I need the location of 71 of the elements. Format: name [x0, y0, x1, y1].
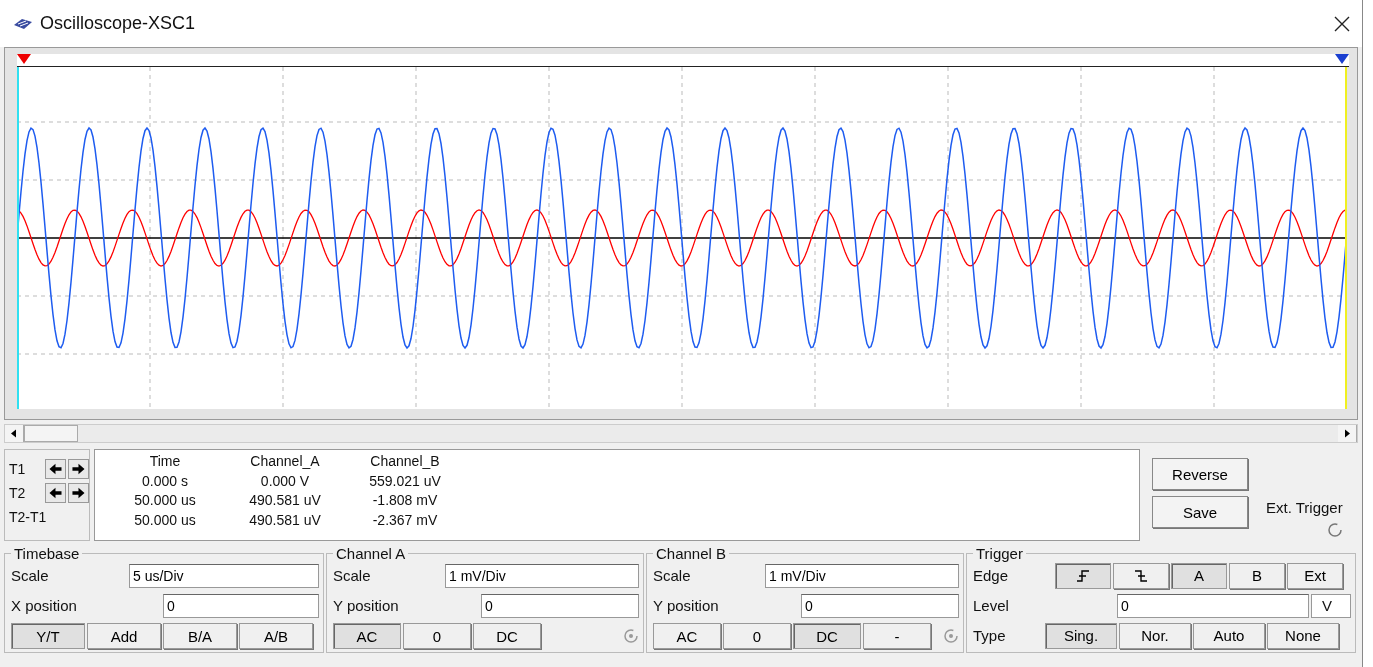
oscilloscope-icon	[12, 16, 34, 31]
close-icon[interactable]	[1334, 15, 1350, 32]
falling-edge-icon	[1134, 568, 1148, 583]
group-title: Timebase	[13, 545, 81, 562]
unit-field[interactable]: V	[1311, 593, 1351, 618]
field-label: Type	[973, 627, 1007, 644]
source-button[interactable]: Ext	[1287, 562, 1343, 589]
column-header: Channel_A	[249, 453, 321, 471]
group-title: Trigger	[975, 545, 1024, 562]
coupling-button[interactable]: 0	[403, 623, 471, 649]
input-field[interactable]: 0	[163, 593, 319, 618]
edge-button[interactable]	[1055, 562, 1111, 589]
table-cell-text: 490.581 uV	[248, 492, 322, 510]
source-button[interactable]: A	[1171, 562, 1227, 589]
cursor-label: T1	[9, 461, 27, 477]
field-label: Y position	[653, 597, 720, 614]
scrollbar-thumb[interactable]	[24, 425, 78, 442]
table-cell-text: 0.000 s	[141, 472, 189, 491]
coupling-button[interactable]: AC	[653, 623, 721, 649]
action-button[interactable]: Reverse	[1152, 458, 1248, 490]
mode-button[interactable]: A/B	[239, 623, 313, 649]
coupling-button[interactable]: -	[863, 623, 931, 649]
window-title: Oscilloscope-XSC1	[40, 13, 196, 34]
source-button[interactable]: B	[1229, 562, 1285, 589]
coupling-button[interactable]: DC	[793, 623, 861, 649]
scroll-left-icon[interactable]	[5, 425, 24, 442]
coupling-button[interactable]: DC	[473, 623, 541, 649]
group-title: Channel A	[335, 545, 407, 562]
type-button[interactable]: Nor.	[1119, 622, 1191, 649]
type-button[interactable]: Sing.	[1045, 622, 1117, 649]
type-button[interactable]: None	[1267, 622, 1339, 649]
coupling-button[interactable]: 0	[723, 623, 791, 649]
coupling-button[interactable]: AC	[333, 623, 401, 649]
cursor-marker-icon[interactable]	[17, 54, 31, 64]
type-button[interactable]: Auto	[1193, 622, 1265, 649]
edge-button[interactable]	[1113, 562, 1169, 589]
field-label: Level	[973, 597, 1010, 614]
rising-edge-icon	[1076, 568, 1090, 583]
column-header: Time	[148, 453, 182, 471]
field-label: Edge	[973, 567, 1010, 584]
mode-button[interactable]: B/A	[163, 623, 237, 649]
scroll-right-icon[interactable]	[1338, 425, 1357, 442]
table-cell-text: 0.000 V	[259, 472, 311, 491]
mode-button[interactable]: Add	[87, 623, 161, 649]
field-label: X position	[11, 597, 78, 614]
group-title: Channel B	[655, 545, 728, 562]
cursor-label: T2	[9, 485, 27, 501]
table-cell-text: 50.000 us	[133, 492, 197, 510]
mode-button[interactable]: Y/T	[11, 623, 85, 649]
action-button[interactable]: Save	[1152, 496, 1248, 528]
field-label: Scale	[11, 567, 50, 584]
column-header: Channel_B	[369, 453, 441, 471]
terminal-icon[interactable]	[1326, 522, 1343, 538]
input-field[interactable]: 0	[481, 593, 639, 618]
input-field[interactable]: 5 us/Div	[129, 563, 319, 588]
table-cell-text: 559.021 uV	[368, 472, 442, 491]
cursor-marker-icon[interactable]	[1335, 54, 1349, 64]
input-field[interactable]: 0	[1117, 593, 1309, 618]
field-label: Scale	[333, 567, 372, 584]
table-cell-text: 50.000 us	[133, 511, 197, 530]
input-field[interactable]: 1 mV/Div	[445, 563, 639, 588]
table-cell-text: 490.581 uV	[248, 511, 322, 530]
table-cell-text: -1.808 mV	[371, 492, 439, 510]
field-label: Y position	[333, 597, 400, 614]
input-field[interactable]: 0	[801, 593, 959, 618]
horizontal-scrollbar[interactable]	[4, 424, 1358, 443]
cursor-label: T2-T1	[9, 509, 45, 525]
input-field[interactable]: 1 mV/Div	[765, 563, 959, 588]
ext-trigger-label: Ext. Trigger	[1266, 499, 1343, 516]
field-label: Scale	[653, 567, 692, 584]
table-cell-text: -2.367 mV	[371, 511, 439, 530]
